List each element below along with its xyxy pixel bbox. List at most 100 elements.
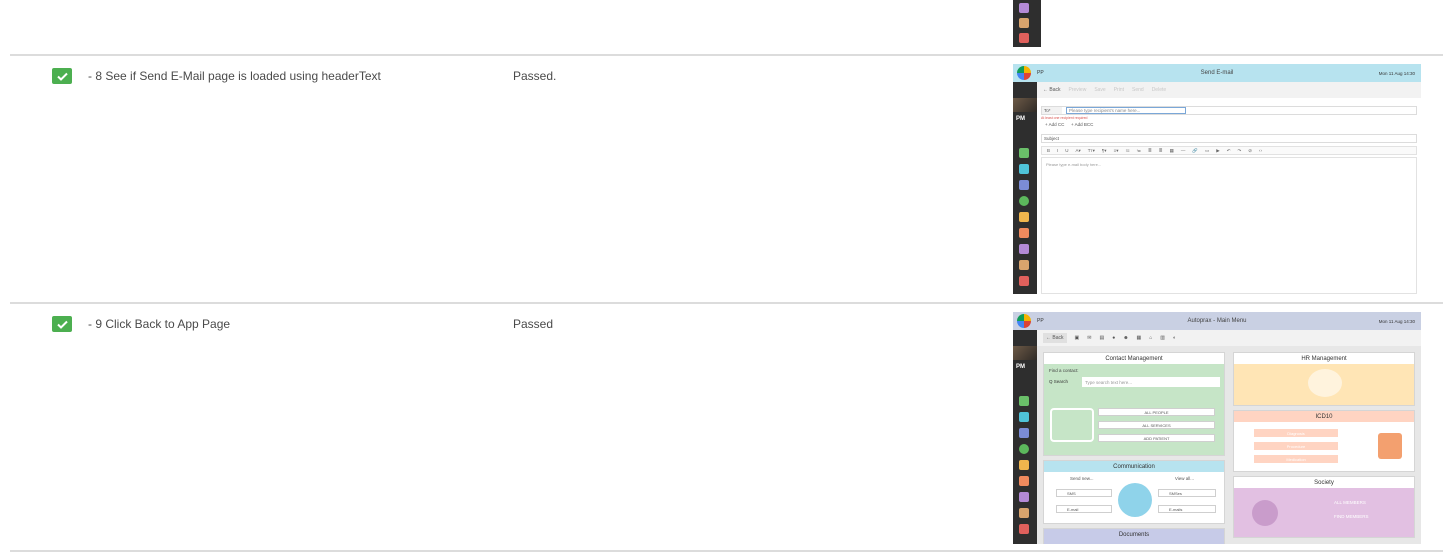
subject-field[interactable]: Subject [1041,134,1417,143]
list-button[interactable]: ⁝≡ [1125,148,1129,154]
send-button[interactable]: Send [1132,87,1144,93]
paragraph-button[interactable]: ¶▾ [1102,148,1107,154]
italic-button[interactable]: I [1057,148,1058,153]
redo-icon[interactable]: ↷ [1237,148,1241,154]
clock-status: Mon 11 Aug 14:30 [1378,318,1415,324]
underline-button[interactable]: U [1065,148,1068,153]
panel-body [1234,364,1414,405]
search-input[interactable]: Type search text here... [1082,377,1220,387]
send-sms-button[interactable]: SMS [1056,489,1112,497]
hr-button[interactable]: — [1181,148,1186,153]
box-icon[interactable]: ▥ [1160,335,1165,341]
medication-button[interactable]: Medication [1254,455,1338,463]
mail-icon[interactable]: ✉ [1087,335,1091,341]
add-patient-button[interactable]: ADD PATIENT [1098,434,1215,442]
code-view-button[interactable]: ‹› [1259,148,1262,153]
step-screenshot[interactable]: PP Send E-mail Mon 11 Aug 14:30 PM ← Bac… [1013,64,1421,294]
bank-icon[interactable] [1019,244,1029,254]
sidebar: PM [1013,82,1037,294]
box-icon[interactable] [1019,260,1029,270]
envelope-icon [1118,483,1152,517]
contacts-icon[interactable] [1019,396,1029,406]
search-button[interactable]: Q Search [1049,377,1068,386]
money-icon[interactable] [1019,444,1029,454]
diagnosis-button[interactable]: Diagnosis [1254,429,1338,437]
bank-icon [1019,3,1029,13]
email-body-editor[interactable]: Please type e-mail body here... [1041,157,1417,294]
contacts-icon[interactable]: ▣ [1075,335,1080,341]
shield-icon[interactable] [1019,276,1029,286]
print-button[interactable]: Print [1114,87,1124,93]
shield-icon[interactable] [1019,524,1029,534]
people-icon[interactable] [1019,460,1029,470]
contacts-icon[interactable] [1019,148,1029,158]
indent-button[interactable]: ≣ [1148,148,1152,154]
clear-format-button[interactable]: ⊘ [1248,148,1252,154]
find-members-button[interactable]: FIND MEMBERS [1334,514,1369,519]
save-button[interactable]: Save [1094,87,1105,93]
book-icon[interactable] [1019,228,1029,238]
panel-title: Communication [1044,461,1224,472]
passed-checkbox-icon [52,68,72,84]
to-label: To* [1042,107,1062,114]
outdent-button[interactable]: ≣ [1159,148,1163,154]
step-description: - 8 See if Send E-Mail page is loaded us… [88,69,381,83]
delete-button[interactable]: Delete [1152,87,1166,93]
shield-icon[interactable]: ◐ [1173,335,1176,341]
panel-body: ALL MEMBERS FIND MEMBERS [1234,488,1414,537]
bullet-list-button[interactable]: ≔ [1137,148,1142,154]
document-icon[interactable] [1019,428,1029,438]
image-button[interactable]: ▭ [1205,148,1209,154]
mail-icon[interactable] [1019,412,1029,422]
people-icon[interactable]: ☻ [1123,335,1128,341]
to-field[interactable]: To* Please type recipient's name here... [1041,106,1417,115]
view-emails-button[interactable]: E-mails [1158,505,1216,513]
book-icon[interactable] [1019,476,1029,486]
add-bcc-button[interactable]: + Add BCC [1071,122,1093,127]
link-icon[interactable]: 🔗 [1192,148,1198,154]
document-icon[interactable] [1019,180,1029,190]
all-services-button[interactable]: ALL SERVICES [1098,421,1215,429]
bank-icon[interactable] [1019,492,1029,502]
documents-panel: Documents [1043,528,1225,544]
money-icon[interactable]: ● [1112,335,1115,341]
money-icon[interactable] [1019,196,1029,206]
document-icon[interactable]: ▤ [1099,335,1104,341]
undo-icon[interactable]: ↶ [1227,148,1231,154]
avatar [1013,98,1037,112]
procedure-button[interactable]: Procedure [1254,442,1338,450]
table-button[interactable]: ▦ [1170,148,1174,154]
row-divider [10,550,1443,552]
avatar [1013,346,1037,360]
back-button[interactable]: ← Back [1043,87,1061,93]
panel-title: ICD10 [1234,411,1414,422]
main-menu-toolbar: ← Back ▣ ✉ ▤ ● ☻ ▦ ⌂ ▥ ◐ [1037,330,1421,346]
find-contact-label: Find a contact: [1049,368,1079,373]
video-button[interactable]: ▶ [1216,148,1219,154]
to-error: At least one recipient required [1041,116,1088,120]
back-button[interactable]: ← Back [1043,333,1067,343]
view-all-label: View all... [1174,476,1194,481]
all-people-button[interactable]: ALL PEOPLE [1098,408,1215,416]
book-icon[interactable]: ▦ [1136,335,1141,341]
bold-button[interactable]: B [1047,148,1050,153]
view-smses-button[interactable]: SMSes [1158,489,1216,497]
step-description: - 9 Click Back to App Page [88,317,231,331]
all-members-button[interactable]: ALL MEMBERS [1334,500,1366,505]
step-screenshot[interactable]: PP Autoprax - Main Menu Mon 11 Aug 14:30… [1013,312,1421,544]
mail-icon[interactable] [1019,164,1029,174]
send-email-button[interactable]: E-mail [1056,505,1112,513]
to-input[interactable]: Please type recipient's name here... [1066,107,1186,114]
editor-toolbar: B I U A▾ Tт▾ ¶▾ ≡▾ ⁝≡ ≔ ≣ ≣ ▦ — 🔗 ▭ ▶ ↶ … [1041,146,1417,155]
bank-icon[interactable]: ⌂ [1149,335,1152,341]
align-button[interactable]: ≡▾ [1114,148,1119,154]
font-size-button[interactable]: Tт▾ [1088,148,1095,154]
add-cc-button[interactable]: + Add CC [1045,122,1064,127]
step-result: Passed [513,317,554,331]
preview-button[interactable]: Preview [1069,87,1087,93]
font-color-button[interactable]: A▾ [1076,148,1081,154]
app-header-bar: PP Send E-mail Mon 11 Aug 14:30 [1013,64,1421,82]
box-icon[interactable] [1019,508,1029,518]
people-icon[interactable] [1019,212,1029,222]
communication-panel: Communication Send new... View all... SM… [1043,460,1225,524]
